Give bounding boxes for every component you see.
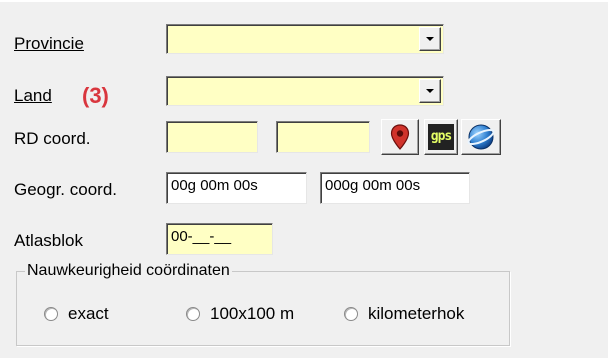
radio-kilometerhok[interactable]: kilometerhok [344,304,464,324]
rd-x-field[interactable] [166,121,258,153]
radio-label: kilometerhok [368,304,465,323]
longitude-field[interactable]: 000g 00m 00s [320,172,470,204]
atlasblok-field[interactable]: 00-__-__ [166,223,273,255]
annotation-badge: (3) [82,83,109,108]
map-pin-icon [390,124,410,150]
radio-circle[interactable] [44,307,58,321]
radio-100x100[interactable]: 100x100 m [186,304,294,324]
radio-circle[interactable] [186,307,200,321]
radio-label: 100x100 m [210,304,295,323]
chevron-down-icon[interactable] [419,79,441,103]
land-dropdown[interactable] [166,76,444,106]
rd-coord-label: RD coord. [14,129,91,148]
gps-icon: gps [427,124,455,150]
accuracy-legend: Nauwkeurigheid coördinaten [27,262,230,279]
gps-button[interactable]: gps [424,119,458,155]
radio-exact[interactable]: exact [44,304,109,324]
map-pin-button[interactable] [381,119,419,155]
geogr-coord-label: Geogr. coord. [14,180,118,199]
chevron-down-icon[interactable] [419,27,441,51]
window-top-edge [0,0,608,2]
globe-icon [467,124,495,150]
radio-circle[interactable] [344,307,358,321]
globe-button[interactable] [461,119,501,155]
radio-label: exact [68,304,109,323]
land-label: Land [14,86,52,105]
rd-y-field[interactable] [276,121,370,153]
atlasblok-label: Atlasblok [14,231,83,250]
provincie-label: Provincie [14,34,84,53]
latitude-field[interactable]: 00g 00m 00s [166,172,307,204]
provincie-dropdown[interactable] [166,24,444,54]
